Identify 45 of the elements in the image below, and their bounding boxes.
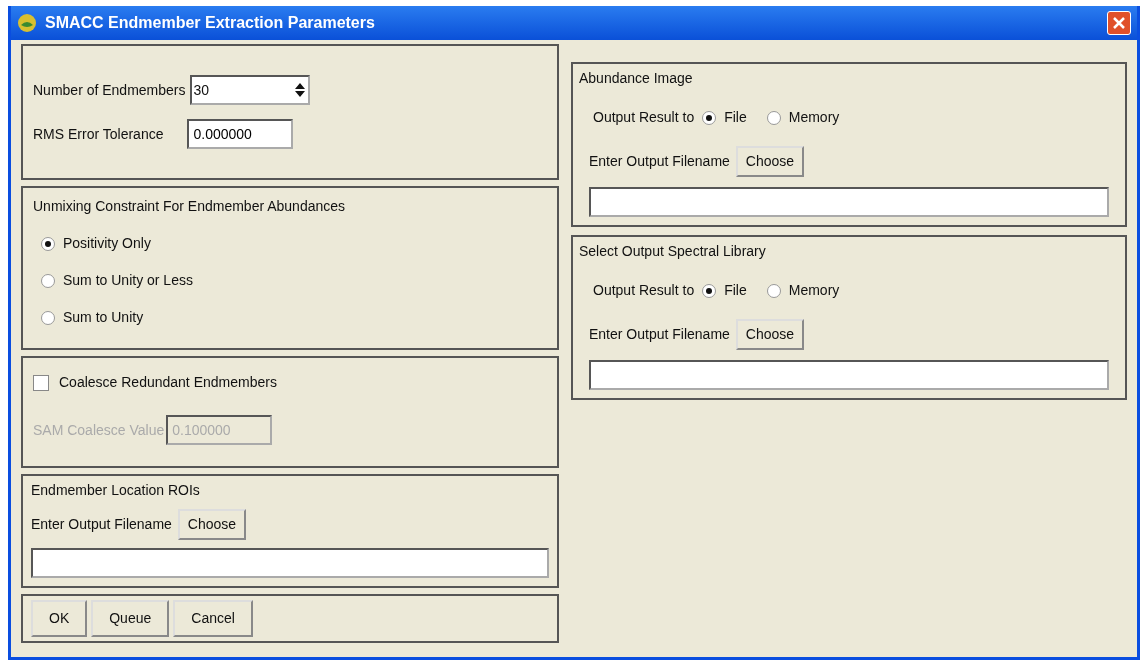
choose-button[interactable]: Choose — [735, 146, 805, 177]
spinner-icon[interactable] — [293, 81, 306, 99]
radio-button[interactable] — [766, 110, 781, 125]
radio-label: Sum to Unity or Less — [63, 271, 193, 290]
dialog-button[interactable]: Cancel — [173, 600, 253, 637]
radio-label: Positivity Only — [63, 234, 151, 253]
field-label: Output Result to — [593, 108, 695, 127]
close-button[interactable] — [1107, 11, 1131, 35]
checkbox[interactable] — [33, 374, 49, 391]
checkbox-label: Coalesce Redundant Endmembers — [59, 373, 277, 392]
app-icon — [17, 13, 37, 33]
field-label: Enter Output Filename — [31, 515, 172, 534]
field-label: SAM Coalesce Value — [33, 420, 165, 440]
filename-field[interactable] — [589, 360, 1109, 390]
section-title: Unmixing Constraint For Endmember Abundances — [33, 197, 347, 216]
radio-label: Memory — [788, 281, 840, 300]
section-title: Abundance Image — [579, 69, 694, 88]
spin-field[interactable]: 30 — [189, 75, 310, 105]
radio-button[interactable] — [41, 310, 55, 325]
radio-button[interactable] — [41, 273, 55, 288]
radio-button[interactable] — [702, 283, 717, 298]
dialog-button[interactable]: OK — [31, 600, 88, 637]
radio-label: Memory — [788, 108, 840, 127]
field-label: Enter Output Filename — [589, 152, 730, 171]
field-label: Number of Endmembers — [33, 80, 186, 100]
choose-button[interactable]: Choose — [735, 319, 805, 350]
radio-button[interactable] — [766, 283, 781, 298]
field-label: Enter Output Filename — [589, 325, 730, 344]
radio-label: Sum to Unity — [63, 308, 144, 327]
field-label: Output Result to — [593, 281, 695, 300]
dialog-button[interactable]: Queue — [91, 600, 170, 637]
field-label: RMS Error Tolerance — [33, 124, 164, 144]
section-title: Endmember Location ROIs — [31, 481, 201, 500]
filename-field[interactable] — [589, 187, 1109, 217]
radio-label: File — [724, 108, 747, 127]
section-title: Select Output Spectral Library — [579, 242, 767, 261]
number-field[interactable]: 0.000000 — [187, 119, 294, 149]
field-value: 30 — [193, 80, 211, 100]
radio-label: File — [724, 281, 747, 300]
radio-button[interactable] — [702, 110, 717, 125]
window-title: SMACC Endmember Extraction Parameters — [45, 13, 375, 33]
filename-field[interactable] — [31, 548, 549, 578]
close-icon — [1113, 17, 1125, 29]
radio-button[interactable] — [41, 236, 55, 251]
choose-button[interactable]: Choose — [177, 509, 247, 540]
